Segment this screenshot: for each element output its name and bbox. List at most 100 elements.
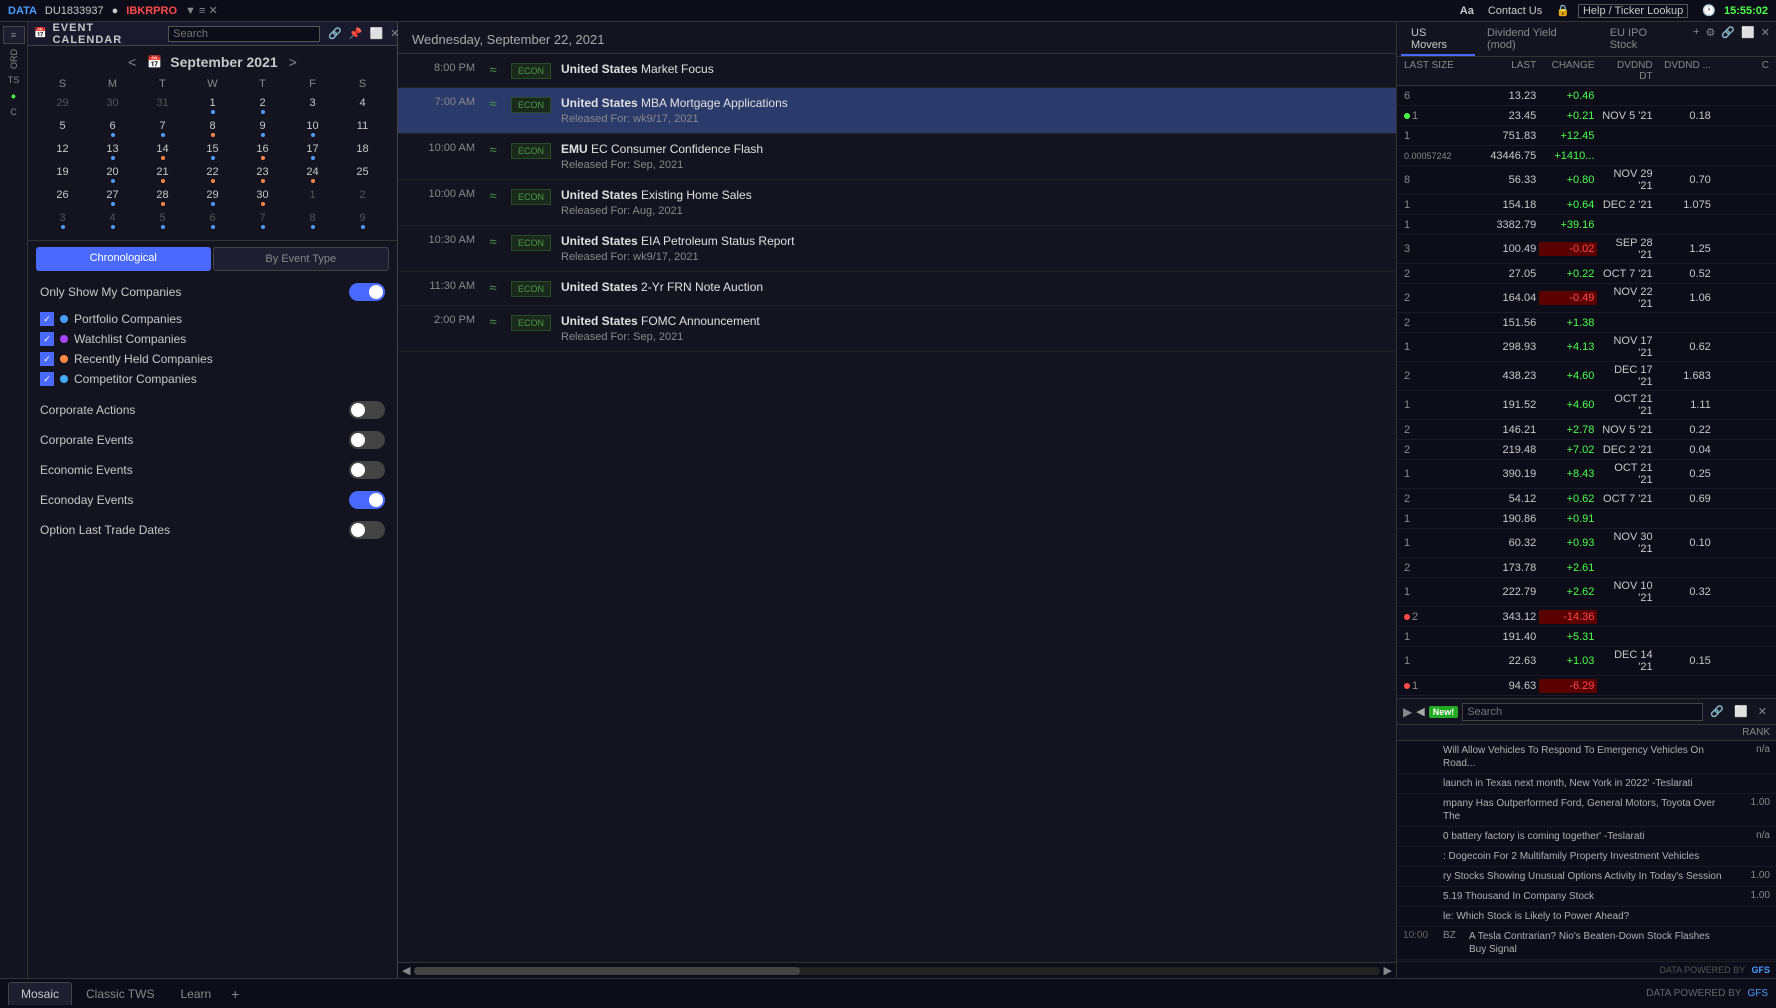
event-item-6[interactable]: 11:30 AM ≈ ECON United States 2-Yr FRN N…: [398, 272, 1396, 306]
table-row[interactable]: 1 191.40 +5.31: [1397, 627, 1776, 647]
news-close-icon[interactable]: ✕: [1755, 705, 1770, 718]
cal-day-8[interactable]: 8: [188, 117, 237, 138]
cal-day-1[interactable]: 1: [188, 94, 237, 115]
news-item[interactable]: le: Which Stock is Likely to Power Ahead…: [1397, 907, 1776, 927]
option-last-trade-toggle[interactable]: [349, 521, 385, 539]
cal-day-26[interactable]: 26: [38, 186, 87, 207]
scroll-right-btn[interactable]: ▶: [1384, 964, 1392, 977]
main-scrollbar[interactable]: ◀ ▶: [398, 962, 1396, 978]
table-row[interactable]: 2 173.78 +2.61: [1397, 558, 1776, 578]
econoday-events-toggle[interactable]: [349, 491, 385, 509]
table-row[interactable]: 1 191.52 +4.60 OCT 21 '21 1.11: [1397, 391, 1776, 420]
maximize-icon[interactable]: ⬜: [368, 27, 386, 40]
tab-chronological[interactable]: Chronological: [36, 247, 211, 271]
calendar-grid-icon[interactable]: 📅: [147, 55, 162, 69]
cal-day-22-today[interactable]: 22: [188, 163, 237, 184]
table-row[interactable]: 2 219.48 +7.02 DEC 2 '21 0.04: [1397, 440, 1776, 460]
table-row[interactable]: 2 54.12 +0.62 OCT 7 '21 0.69: [1397, 489, 1776, 509]
cal-day-7[interactable]: 7: [138, 117, 187, 138]
cal-day-27[interactable]: 27: [88, 186, 137, 207]
bottom-tab-mosaic[interactable]: Mosaic: [8, 982, 72, 1005]
table-row[interactable]: 2 164.04 -0.49 NOV 22 '21 1.06: [1397, 284, 1776, 313]
table-row[interactable]: 2 343.12 -14.36: [1397, 607, 1776, 627]
news-item[interactable]: launch in Texas next month, New York in …: [1397, 774, 1776, 794]
cal-day-next-5[interactable]: 5: [138, 209, 187, 230]
cal-day-29[interactable]: 29: [188, 186, 237, 207]
checkbox-recently-held[interactable]: ✓ Recently Held Companies: [40, 349, 385, 369]
col-last[interactable]: LAST: [1485, 59, 1539, 83]
table-row[interactable]: 8 56.33 +0.80 NOV 29 '21 0.70: [1397, 166, 1776, 195]
corporate-events-toggle[interactable]: [349, 431, 385, 449]
news-item[interactable]: ry Stocks Showing Unusual Options Activi…: [1397, 867, 1776, 887]
cal-day-next-7[interactable]: 7: [238, 209, 287, 230]
cal-day-9[interactable]: 9: [238, 117, 287, 138]
table-row[interactable]: 1 22.63 +1.03 DEC 14 '21 0.15: [1397, 647, 1776, 676]
table-row[interactable]: 1 23.45 +0.21 NOV 5 '21 0.18: [1397, 106, 1776, 126]
news-item[interactable]: 0 battery factory is coming together' -T…: [1397, 827, 1776, 847]
economic-events-toggle[interactable]: [349, 461, 385, 479]
cal-day-16[interactable]: 16: [238, 140, 287, 161]
cal-day-19[interactable]: 19: [38, 163, 87, 184]
news-maximize-icon[interactable]: ⬜: [1731, 705, 1751, 718]
table-row[interactable]: 2 27.05 +0.22 OCT 7 '21 0.52: [1397, 264, 1776, 284]
cal-day-prev-31[interactable]: 31: [138, 94, 187, 115]
event-item-5[interactable]: 10:30 AM ≈ ECON United States EIA Petrol…: [398, 226, 1396, 272]
cb-competitor-check[interactable]: ✓: [40, 372, 54, 386]
cal-day-2[interactable]: 2: [238, 94, 287, 115]
tab-gear-icon[interactable]: ⚙: [1704, 24, 1718, 56]
cal-day-10[interactable]: 10: [288, 117, 337, 138]
news-item[interactable]: 10:00 BZ A Tesla Contrarian? Nio's Beate…: [1397, 927, 1776, 960]
col-last-size[interactable]: LAST SIZE: [1401, 59, 1481, 83]
cal-day-23[interactable]: 23: [238, 163, 287, 184]
scroll-thumb[interactable]: [414, 967, 800, 975]
sidebar-btn-1[interactable]: ≡: [3, 26, 25, 44]
next-month-button[interactable]: >: [286, 54, 300, 70]
table-row[interactable]: 1 222.79 +2.62 NOV 10 '21 0.32: [1397, 578, 1776, 607]
checkbox-portfolio[interactable]: ✓ Portfolio Companies: [40, 309, 385, 329]
cal-day-15[interactable]: 15: [188, 140, 237, 161]
only-show-toggle[interactable]: [349, 283, 385, 301]
news-expand-icon[interactable]: ▶: [1403, 705, 1412, 719]
link-icon[interactable]: 🔗: [326, 27, 344, 40]
cal-day-next-8[interactable]: 8: [288, 209, 337, 230]
cal-day-18[interactable]: 18: [338, 140, 387, 161]
table-row[interactable]: 2 151.56 +1.38: [1397, 313, 1776, 333]
table-row[interactable]: 1 60.32 +0.93 NOV 30 '21 0.10: [1397, 529, 1776, 558]
event-item-7[interactable]: 2:00 PM ≈ ECON United States FOMC Announ…: [398, 306, 1396, 352]
bottom-add-button[interactable]: +: [225, 986, 245, 1002]
cal-day-17[interactable]: 17: [288, 140, 337, 161]
cal-day-next-2[interactable]: 2: [338, 186, 387, 207]
event-item-1[interactable]: 8:00 PM ≈ ECON United States Market Focu…: [398, 54, 1396, 88]
news-item[interactable]: 5.19 Thousand In Company Stock 1.00: [1397, 887, 1776, 907]
cal-day-prev-30[interactable]: 30: [88, 94, 137, 115]
table-row[interactable]: 1 3382.79 +39.16: [1397, 215, 1776, 235]
cb-portfolio-check[interactable]: ✓: [40, 312, 54, 326]
contact-us[interactable]: Contact Us: [1488, 5, 1542, 17]
tab-maximize-icon[interactable]: ⬜: [1739, 24, 1757, 56]
cal-day-25[interactable]: 25: [338, 163, 387, 184]
table-row[interactable]: 1 94.63 -6.29: [1397, 676, 1776, 696]
font-aa[interactable]: Aa: [1460, 5, 1474, 17]
scroll-left-btn[interactable]: ◀: [402, 964, 410, 977]
tab-close-icon[interactable]: ✕: [1759, 24, 1772, 56]
cal-day-20[interactable]: 20: [88, 163, 137, 184]
cal-day-11[interactable]: 11: [338, 117, 387, 138]
col-dvdnd-amt[interactable]: DVDND ...: [1660, 59, 1714, 83]
cal-day-next-3[interactable]: 3: [38, 209, 87, 230]
cal-day-14[interactable]: 14: [138, 140, 187, 161]
event-item-2[interactable]: 7:00 AM ≈ ECON United States MBA Mortgag…: [398, 88, 1396, 134]
cal-day-28[interactable]: 28: [138, 186, 187, 207]
calendar-search-input[interactable]: [168, 26, 320, 42]
table-row[interactable]: 1 190.86 +0.91: [1397, 509, 1776, 529]
pin-icon[interactable]: 📌: [347, 27, 365, 40]
news-item[interactable]: mpany Has Outperformed Ford, General Mot…: [1397, 794, 1776, 827]
cal-day-12[interactable]: 12: [38, 140, 87, 161]
cal-day-3[interactable]: 3: [288, 94, 337, 115]
table-row[interactable]: 1 390.19 +8.43 OCT 21 '21 0.25: [1397, 460, 1776, 489]
tab-by-event-type[interactable]: By Event Type: [213, 247, 390, 271]
cal-day-13[interactable]: 13: [88, 140, 137, 161]
broker-controls[interactable]: ▼ ≡ ✕: [185, 4, 218, 17]
checkbox-watchlist[interactable]: ✓ Watchlist Companies: [40, 329, 385, 349]
cal-day-21[interactable]: 21: [138, 163, 187, 184]
col-change[interactable]: CHANGE: [1543, 59, 1597, 83]
